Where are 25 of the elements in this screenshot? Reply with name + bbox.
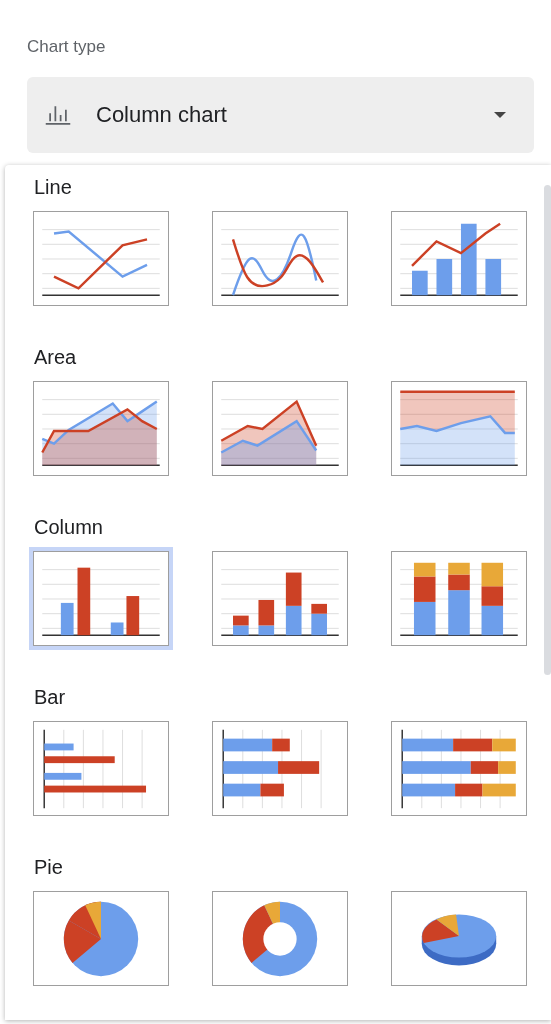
combo-chart-icon (391, 211, 527, 306)
pie-chart-icon (33, 891, 169, 986)
section-title: Pie (34, 855, 64, 879)
column-chart-icon (33, 551, 169, 646)
line-chart-icon (33, 211, 169, 306)
section-title: Line (34, 175, 73, 199)
field-label: Chart type (27, 36, 107, 58)
stacked-bar-chart-icon (212, 721, 348, 816)
chart-type-option[interactable] (29, 547, 173, 650)
section-title: Column (34, 515, 104, 539)
pie-chart-icon (391, 891, 527, 986)
curve-chart-icon (212, 211, 348, 306)
section-title: Area (34, 345, 78, 369)
bar-chart-icon (33, 721, 169, 816)
donut-chart-icon (212, 891, 348, 986)
section-title: Bar (34, 685, 67, 709)
stacked-bar-chart-icon (391, 721, 527, 816)
stacked-column-chart-icon (391, 551, 527, 646)
area-chart-icon (391, 381, 527, 476)
caret-icon (494, 112, 506, 118)
area-chart-icon (33, 381, 169, 476)
area-chart-icon (212, 381, 348, 476)
chart-type-dropdown[interactable]: Column chart (27, 77, 534, 153)
scrollbar[interactable] (544, 185, 551, 675)
stacked-column-chart-icon (212, 551, 348, 646)
